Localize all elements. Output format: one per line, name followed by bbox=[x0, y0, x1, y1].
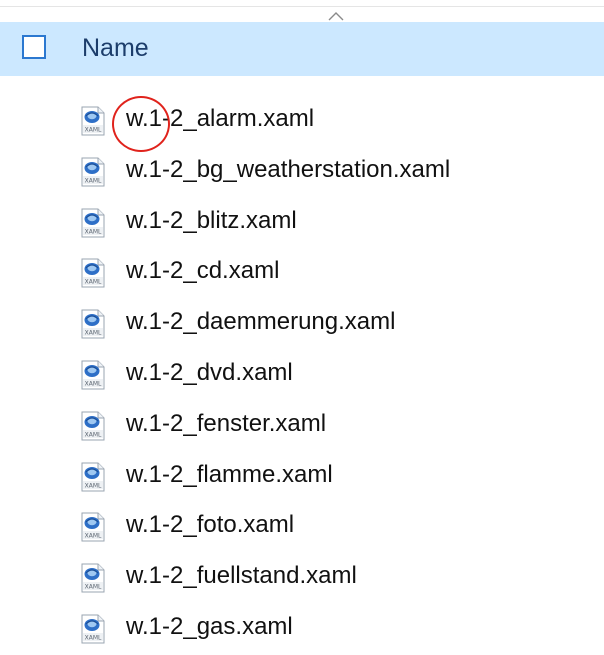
select-all-checkbox[interactable] bbox=[22, 35, 46, 59]
xaml-file-icon: XAML bbox=[81, 360, 105, 390]
file-row[interactable]: XAML w.1-2_gas.xaml bbox=[0, 604, 604, 655]
xaml-file-icon: XAML bbox=[81, 614, 105, 644]
svg-text:XAML: XAML bbox=[85, 177, 102, 184]
file-row[interactable]: XAML w.1-2_fuellstand.xaml bbox=[0, 553, 604, 604]
file-name: w.1-2_daemmerung.xaml bbox=[126, 308, 396, 336]
svg-text:XAML: XAML bbox=[85, 380, 102, 387]
top-divider bbox=[0, 6, 604, 7]
file-name: w.1-2_flamme.xaml bbox=[126, 460, 333, 488]
xaml-file-icon: XAML bbox=[81, 512, 105, 542]
svg-text:XAML: XAML bbox=[85, 330, 102, 337]
svg-text:XAML: XAML bbox=[85, 228, 102, 235]
file-row[interactable]: XAML w.1-2_cd.xaml bbox=[0, 248, 604, 299]
svg-text:XAML: XAML bbox=[85, 634, 102, 641]
file-name: w.1-2_cd.xaml bbox=[126, 257, 280, 285]
file-row[interactable]: XAML w.1-2_alarm.xaml bbox=[0, 96, 604, 147]
svg-text:XAML: XAML bbox=[85, 584, 102, 591]
file-row[interactable]: XAML w.1-2_bg_weatherstation.xaml bbox=[0, 147, 604, 198]
name-column-label: Name bbox=[82, 34, 149, 62]
file-row[interactable]: XAML w.1-2_foto.xaml bbox=[0, 502, 604, 553]
file-name: w.1-2_alarm.xaml bbox=[126, 105, 315, 132]
file-name: w.1-2_dvd.xaml bbox=[126, 358, 293, 386]
xaml-file-icon: XAML bbox=[81, 309, 105, 339]
file-row[interactable]: XAML w.1-2_fenster.xaml bbox=[0, 401, 604, 452]
file-row[interactable]: XAML w.1-2_dvd.xaml bbox=[0, 350, 604, 401]
name-column-header[interactable]: Name bbox=[0, 22, 604, 76]
file-name: w.1-2_foto.xaml bbox=[126, 511, 295, 539]
svg-text:XAML: XAML bbox=[85, 431, 102, 438]
svg-text:XAML: XAML bbox=[85, 279, 102, 286]
file-row[interactable]: XAML w.1-2_blitz.xaml bbox=[0, 198, 604, 249]
xaml-file-icon: XAML bbox=[81, 157, 105, 187]
svg-text:XAML: XAML bbox=[85, 482, 102, 489]
xaml-file-icon: XAML bbox=[81, 411, 105, 441]
file-name: w.1-2_fenster.xaml bbox=[126, 409, 327, 437]
xaml-file-icon: XAML bbox=[81, 208, 105, 238]
xaml-file-icon: XAML bbox=[81, 106, 105, 136]
file-name: w.1-2_blitz.xaml bbox=[126, 206, 297, 234]
file-name: w.1-2_bg_weatherstation.xaml bbox=[126, 155, 451, 183]
file-name: w.1-2_gas.xaml bbox=[126, 612, 293, 640]
xaml-file-icon: XAML bbox=[81, 563, 105, 593]
svg-text:XAML: XAML bbox=[85, 533, 102, 540]
svg-text:XAML: XAML bbox=[85, 127, 102, 134]
xaml-file-icon: XAML bbox=[81, 258, 105, 288]
file-row[interactable]: XAML w.1-2_daemmerung.xaml bbox=[0, 299, 604, 350]
xaml-file-icon: XAML bbox=[81, 462, 105, 492]
file-list: XAML w.1-2_alarm.xaml XAML w.1-2_bg_weather… bbox=[0, 96, 604, 655]
file-row[interactable]: XAML w.1-2_flamme.xaml bbox=[0, 452, 604, 503]
file-name: w.1-2_fuellstand.xaml bbox=[126, 562, 357, 590]
